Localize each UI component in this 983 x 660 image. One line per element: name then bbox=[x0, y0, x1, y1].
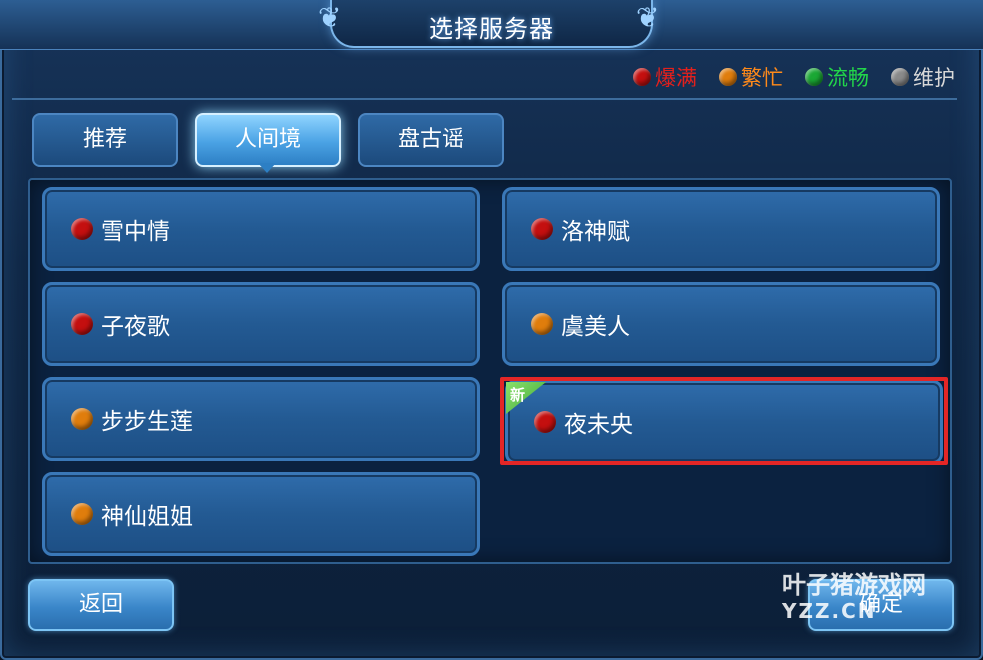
server-item[interactable]: 洛神赋 bbox=[502, 187, 940, 271]
server-item[interactable]: 神仙姐姐 bbox=[42, 472, 480, 556]
tab-recommended[interactable]: 推荐 bbox=[32, 113, 178, 167]
orange-status-dot-icon bbox=[719, 68, 737, 86]
server-name: 雪中情 bbox=[101, 219, 170, 245]
selection-highlight bbox=[500, 377, 948, 465]
server-name: 步步生莲 bbox=[101, 409, 193, 435]
tab-panguyao[interactable]: 盘古谣 bbox=[358, 113, 504, 167]
back-button[interactable]: 返回 bbox=[28, 579, 174, 631]
tab-renjianjing[interactable]: 人间境 bbox=[195, 113, 341, 167]
dialog-title: 选择服务器 bbox=[429, 15, 554, 43]
server-name: 虞美人 bbox=[561, 314, 630, 340]
red-status-dot-icon bbox=[633, 68, 651, 86]
legend-item-busy: 繁忙 bbox=[719, 62, 783, 92]
status-legend: 爆满 繁忙 流畅 维护 bbox=[633, 62, 955, 92]
legend-label: 维护 bbox=[913, 66, 955, 90]
watermark-line2: YZZ.CN bbox=[782, 599, 877, 623]
server-name: 子夜歌 bbox=[101, 314, 170, 340]
server-item[interactable]: 子夜歌 bbox=[42, 282, 480, 366]
active-tab-pointer-icon bbox=[258, 163, 276, 173]
red-status-dot-icon bbox=[71, 218, 93, 240]
server-item[interactable]: 雪中情 bbox=[42, 187, 480, 271]
legend-label: 繁忙 bbox=[741, 66, 783, 90]
server-item[interactable]: 步步生莲 bbox=[42, 377, 480, 461]
legend-item-smooth: 流畅 bbox=[805, 62, 869, 92]
new-badge-label: 新 bbox=[510, 386, 526, 404]
server-name: 洛神赋 bbox=[561, 219, 630, 245]
legend-label: 流畅 bbox=[827, 66, 869, 90]
orange-status-dot-icon bbox=[71, 503, 93, 525]
watermark-logo: 叶子猪游戏网 YZZ.CN bbox=[782, 572, 926, 624]
legend-item-full: 爆满 bbox=[633, 62, 697, 92]
orange-status-dot-icon bbox=[71, 408, 93, 430]
red-status-dot-icon bbox=[71, 313, 93, 335]
legend-label: 爆满 bbox=[655, 66, 697, 90]
legend-divider bbox=[12, 98, 957, 100]
orange-status-dot-icon bbox=[531, 313, 553, 335]
red-status-dot-icon bbox=[531, 218, 553, 240]
gray-status-dot-icon bbox=[891, 68, 909, 86]
green-status-dot-icon bbox=[805, 68, 823, 86]
legend-item-maintenance: 维护 bbox=[891, 62, 955, 92]
server-item[interactable]: 虞美人 bbox=[502, 282, 940, 366]
server-name: 神仙姐姐 bbox=[101, 504, 193, 530]
watermark-line1: 叶子猪游戏网 bbox=[782, 571, 926, 599]
